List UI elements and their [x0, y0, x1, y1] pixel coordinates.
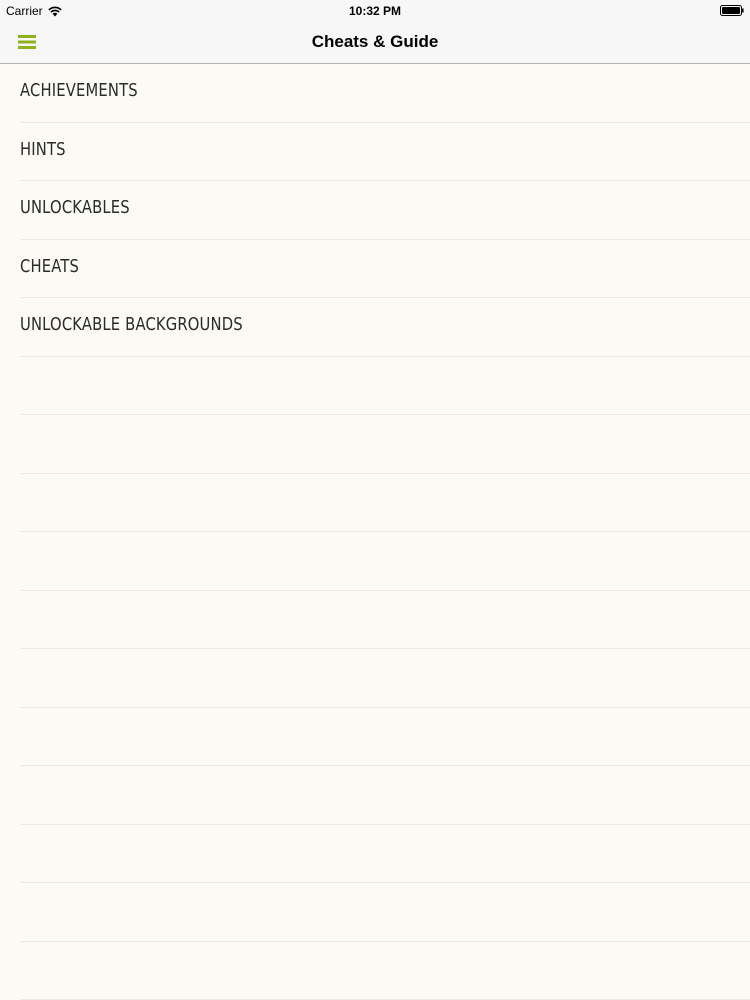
- menu-item-achievements[interactable]: ACHIEVEMENTS: [20, 64, 750, 123]
- menu-item-unlockable-backgrounds[interactable]: UNLOCKABLE BACKGROUNDS: [20, 298, 750, 357]
- empty-table-row: [20, 883, 750, 942]
- empty-table-row: [20, 766, 750, 825]
- empty-table-row: [20, 708, 750, 766]
- menu-item-unlockables[interactable]: UNLOCKABLES: [20, 181, 750, 240]
- status-bar: Carrier 10:32 PM: [0, 0, 750, 22]
- empty-table-row: [20, 825, 750, 883]
- empty-table-row: [20, 649, 750, 708]
- empty-table-row: [20, 591, 750, 649]
- page-title: Cheats & Guide: [311, 32, 439, 51]
- menu-item-label: UNLOCKABLES: [20, 197, 130, 218]
- empty-table-row: [20, 942, 750, 1000]
- menu-item-label: UNLOCKABLE BACKGROUNDS: [20, 314, 243, 335]
- battery-icon: [720, 5, 744, 16]
- empty-table-row: [20, 474, 750, 532]
- empty-table-row: [20, 357, 750, 415]
- empty-table-row: [20, 532, 750, 591]
- menu-item-cheats[interactable]: CHEATS: [20, 240, 750, 298]
- menu-list: ACHIEVEMENTS HINTS UNLOCKABLES CHEATS UNLOCK…: [0, 64, 750, 1000]
- navigation-bar: Cheats & Guide: [0, 22, 750, 64]
- empty-table-row: [20, 415, 750, 474]
- menu-item-hints[interactable]: HINTS: [20, 123, 750, 181]
- menu-item-label: ACHIEVEMENTS: [20, 80, 138, 101]
- app-screen: Carrier 10:32 PM Cheats & Guide ACHIEVEM…: [0, 0, 750, 1000]
- menu-item-label: HINTS: [20, 138, 66, 160]
- status-time: 10:32 PM: [348, 4, 402, 18]
- menu-item-label: CHEATS: [20, 255, 80, 277]
